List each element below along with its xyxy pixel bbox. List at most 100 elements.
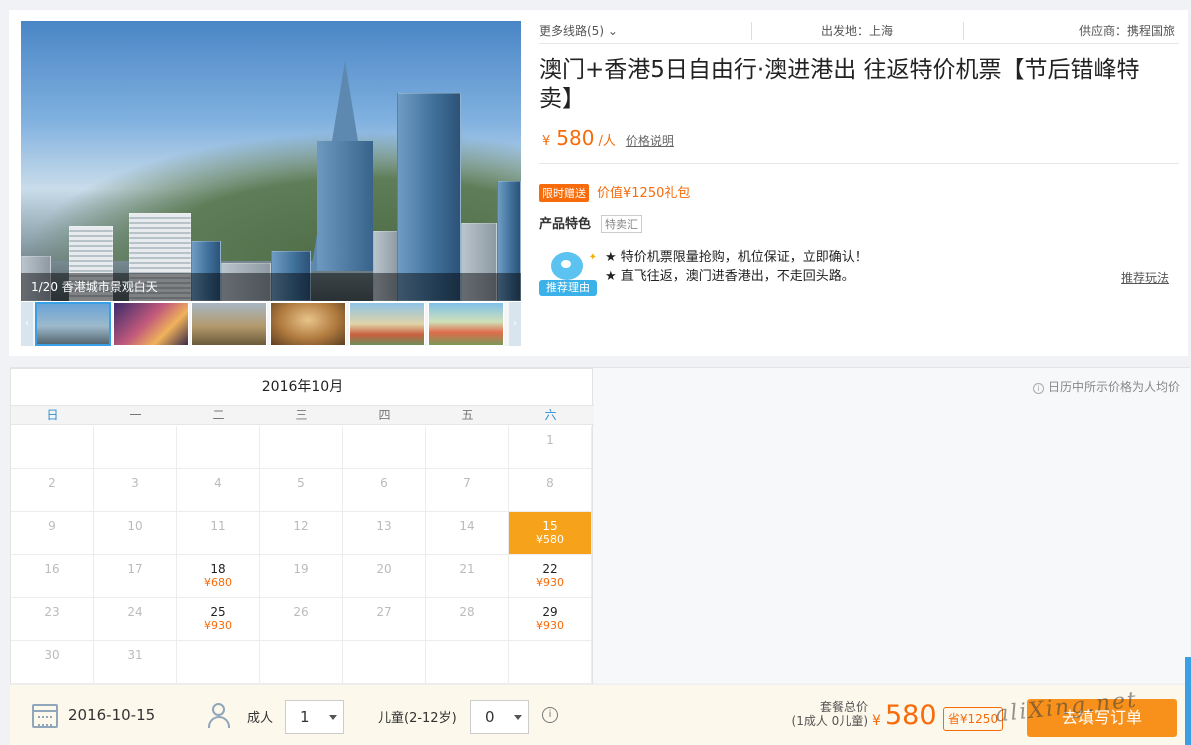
calendar-day: 26 — [260, 598, 343, 641]
hero-tower-base — [317, 141, 373, 271]
day-number: 30 — [44, 648, 60, 662]
child-count-value: 0 — [485, 708, 495, 726]
calendar-day — [260, 426, 343, 469]
day-number — [177, 641, 259, 662]
calendar-day[interactable]: 18 ¥680 — [177, 555, 260, 598]
calendar-day: 11 — [177, 512, 260, 555]
calendar-day — [509, 641, 592, 684]
price-line: ¥580/人 价格说明 — [542, 126, 674, 152]
thumbnail-park[interactable] — [428, 302, 504, 346]
day-number: 8 — [546, 476, 554, 490]
section-divider — [539, 163, 1179, 164]
calendar-day: 5 — [260, 469, 343, 512]
calendar-day — [343, 641, 426, 684]
calendar-day[interactable]: 25 ¥930 — [177, 598, 260, 641]
divider — [963, 22, 964, 40]
gift-text[interactable]: 价值¥1250礼包 — [597, 186, 690, 201]
calendar-day — [94, 426, 177, 469]
feature-line: 产品特色 特卖汇 — [539, 213, 643, 233]
more-routes-dropdown[interactable]: 更多线路(5) ⌄ — [539, 22, 618, 39]
thumb-prev-arrow[interactable]: ‹ — [21, 302, 33, 346]
person-head — [212, 703, 225, 716]
day-number: 29 — [542, 605, 558, 619]
child-label: 儿童(2-12岁) — [378, 711, 457, 726]
day-number: 31 — [127, 648, 143, 662]
supplier-name: 供应商：携程国旅 — [1078, 24, 1175, 38]
reason-item: ★ 特价机票限量抢购，机位保证，立即确认！ — [605, 250, 868, 265]
more-routes-label: 更多线路(5) — [539, 24, 604, 38]
feature-tag[interactable]: 特卖汇 — [601, 215, 643, 233]
calendar-day — [11, 426, 94, 469]
day-number: 21 — [459, 562, 475, 576]
weekday-header: 日一二三四五六 — [11, 405, 594, 425]
day-number — [11, 426, 93, 447]
hero-glass-tower — [397, 93, 461, 301]
calendar-icon[interactable] — [32, 704, 58, 728]
day-number: 19 — [293, 562, 309, 576]
selected-date[interactable]: 2016-10-15 — [68, 706, 155, 724]
person-icon — [207, 703, 233, 729]
total-label-sub: (1成人 0儿童) — [791, 714, 868, 728]
day-number: 17 — [127, 562, 143, 576]
thumbnail-harbor[interactable] — [191, 302, 267, 346]
adult-count-select[interactable]: 1 — [285, 700, 344, 734]
reason-item: ★ 直飞往返，澳门进香港出，不走回头路。 — [605, 269, 855, 284]
date-calendar: 2016年10月 日一二三四五六 1 2 3 4 5 6 7 8 9 10 11 12 13 14 15 ¥5… — [10, 368, 594, 684]
calendar-day[interactable]: 22 ¥930 — [509, 555, 592, 598]
calendar-day — [426, 426, 509, 469]
fill-order-button[interactable]: 去填写订单 — [1027, 699, 1177, 737]
recommend-itinerary-link[interactable]: 推荐玩法 — [1121, 269, 1169, 286]
thumbnail-ruins[interactable] — [270, 302, 346, 346]
day-number: 4 — [214, 476, 222, 490]
day-number: 1 — [546, 433, 554, 447]
calendar-day: 27 — [343, 598, 426, 641]
day-number — [426, 641, 508, 662]
day-number: 15 — [542, 519, 558, 533]
day-number: 22 — [542, 562, 558, 576]
hero-image[interactable]: 1/20 香港城市景观白天 — [21, 21, 521, 301]
calendar-day: 3 — [94, 469, 177, 512]
adult-label: 成人 — [247, 711, 274, 726]
day-number: 23 — [44, 605, 60, 619]
calendar-day: 23 — [11, 598, 94, 641]
calendar-day — [177, 641, 260, 684]
day-number: 13 — [376, 519, 392, 533]
help-info-icon[interactable]: i — [542, 707, 558, 723]
day-price: ¥580 — [536, 533, 564, 546]
calendar-day[interactable]: 29 ¥930 — [509, 598, 592, 641]
calendar-day: 8 — [509, 469, 592, 512]
thumbnail-parade[interactable] — [349, 302, 425, 346]
adult-count-value: 1 — [300, 708, 310, 726]
calendar-day — [343, 426, 426, 469]
day-number: 11 — [210, 519, 226, 533]
day-number: 7 — [463, 476, 471, 490]
calendar-note: i 日历中所示价格为人均价 — [1032, 378, 1180, 395]
thumbnail-nightlife[interactable] — [113, 302, 189, 346]
weekday-label: 四 — [378, 408, 391, 422]
recommend-reason-icon: ✦ 推荐理由 — [539, 248, 597, 296]
weekday-label: 日 — [46, 408, 59, 422]
day-number: 5 — [297, 476, 305, 490]
calendar-day: 9 — [11, 512, 94, 555]
calendar-day-selected[interactable]: 15 ¥580 — [509, 512, 592, 555]
calendar-day: 10 — [94, 512, 177, 555]
weekday-label: 五 — [461, 408, 474, 422]
price-explain-link[interactable]: 价格说明 — [626, 134, 674, 148]
thumb-next-arrow[interactable]: › — [509, 302, 521, 346]
child-count-select[interactable]: 0 — [470, 700, 529, 734]
day-number: 18 — [210, 562, 226, 576]
day-number — [426, 426, 508, 447]
day-number — [177, 426, 259, 447]
weekday-label: 六 — [544, 408, 557, 422]
day-price: ¥680 — [204, 576, 232, 589]
thumbnail-skyline[interactable] — [35, 302, 111, 346]
calendar-day: 7 — [426, 469, 509, 512]
gift-line: 限时赠送 价值¥1250礼包 — [539, 182, 690, 202]
info-icon: i — [1032, 383, 1044, 394]
price-unit: /人 — [598, 134, 616, 149]
day-number: 2 — [48, 476, 56, 490]
caret-down-icon — [329, 715, 337, 720]
hero-caption: 1/20 香港城市景观白天 — [31, 280, 158, 294]
calendar-day: 4 — [177, 469, 260, 512]
calendar-day: 12 — [260, 512, 343, 555]
